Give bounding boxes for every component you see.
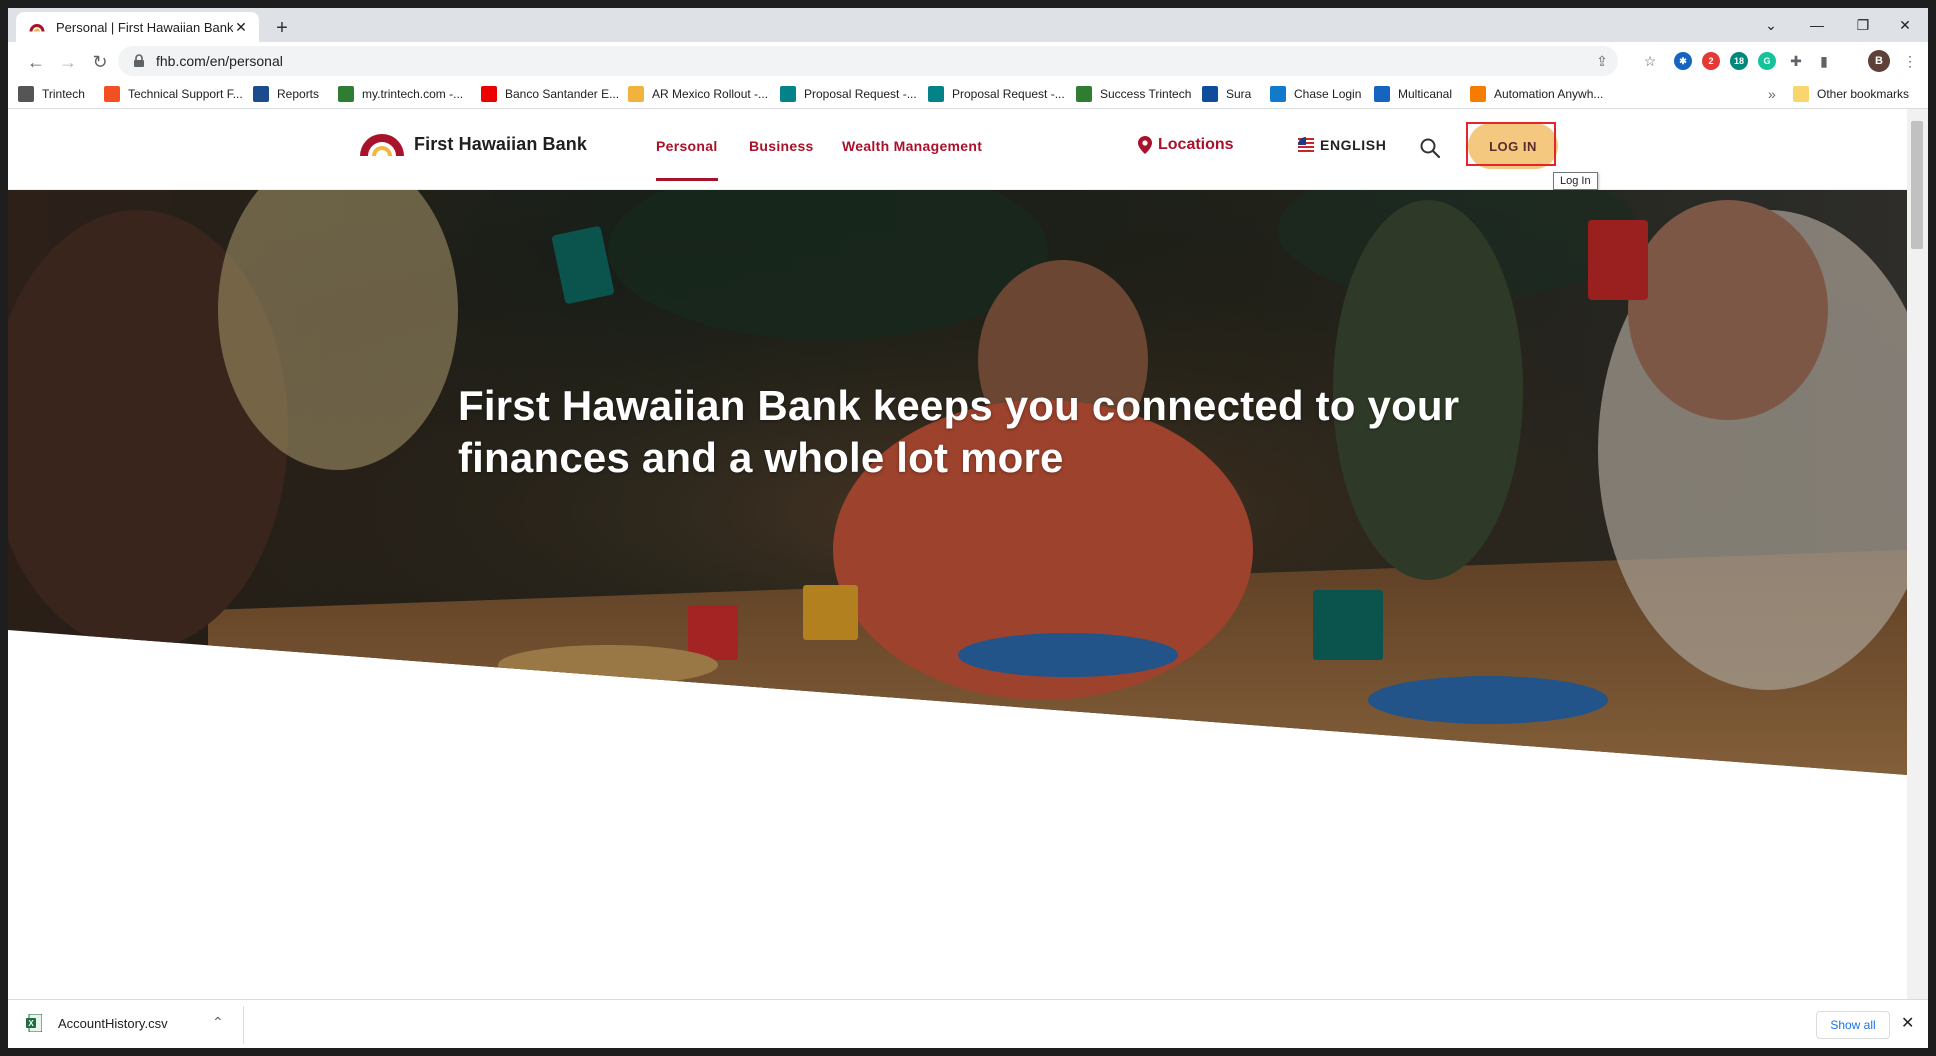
tab-search-icon[interactable]: ⌄ (1748, 8, 1794, 42)
bookmark-item[interactable]: Sura (1202, 85, 1251, 103)
nav-wealth-management[interactable]: Wealth Management (842, 138, 982, 154)
bookmark-star-icon[interactable]: ☆ (1640, 51, 1660, 71)
hero-banner: First Hawaiian Bank keeps you connected … (8, 190, 1907, 775)
bookmark-label: AR Mexico Rollout -... (652, 87, 769, 101)
forms-icon (928, 86, 944, 102)
automation-anywhere-icon (1470, 86, 1486, 102)
bookmarks-bar: Trintech Technical Support F... Reports my.… (8, 80, 1928, 109)
grammarly-icon[interactable]: G (1758, 52, 1776, 70)
nav-business[interactable]: Business (749, 138, 814, 154)
profile-avatar[interactable]: B (1868, 50, 1890, 72)
folder-icon (1793, 86, 1809, 102)
bookmark-label: Success Trintech (1100, 87, 1192, 101)
map-pin-icon (1138, 136, 1152, 154)
bookmark-item[interactable]: Technical Support F... (104, 85, 243, 103)
address-bar[interactable]: fhb.com/en/personal (118, 46, 1618, 76)
fhb-favicon-icon (29, 24, 45, 32)
extensions-puzzle-icon[interactable]: ✚ (1786, 51, 1806, 71)
bookmarks-overflow-icon[interactable]: » (1768, 85, 1776, 103)
bookmark-label: Trintech (42, 87, 85, 101)
bookmark-item[interactable]: Chase Login (1270, 85, 1361, 103)
bookmark-item[interactable]: Trintech (18, 85, 85, 103)
bookmark-label: Automation Anywh... (1494, 87, 1604, 101)
bookmark-label: Multicanal (1398, 87, 1453, 101)
svg-text:X: X (28, 1019, 34, 1028)
page-viewport: First Hawaiian Bank Personal Business We… (8, 109, 1907, 999)
forms-icon (780, 86, 796, 102)
microsoft-icon (104, 86, 120, 102)
close-shelf-icon[interactable]: ✕ (1901, 1013, 1914, 1033)
fhb-logo[interactable]: First Hawaiian Bank (358, 131, 587, 157)
locations-link[interactable]: Locations (1138, 136, 1234, 154)
sura-icon (1202, 86, 1218, 102)
logo-text: First Hawaiian Bank (414, 133, 587, 154)
reports-icon (253, 86, 269, 102)
login-focus-outline (1466, 122, 1556, 166)
bookmark-item[interactable]: Reports (253, 85, 319, 103)
show-all-button[interactable]: Show all (1816, 1011, 1890, 1039)
side-panel-icon[interactable]: ▮ (1814, 51, 1834, 71)
lock-icon (134, 54, 144, 67)
bookmark-item[interactable]: Banco Santander E... (481, 85, 619, 103)
multicanal-icon (1374, 86, 1390, 102)
extension-badge-icon[interactable]: 2 (1702, 52, 1720, 70)
browser-window: Personal | First Hawaiian Bank ✕ + ⌄ — ❐… (8, 8, 1928, 1048)
window-close-icon[interactable]: ✕ (1882, 8, 1928, 42)
bookmark-label: Chase Login (1294, 87, 1362, 101)
bookmark-item[interactable]: AR Mexico Rollout -... (628, 85, 768, 103)
bookmark-item[interactable]: Multicanal (1374, 85, 1452, 103)
browser-toolbar: ← → ↻ fhb.com/en/personal ⇪ ☆ ✱ 2 18 G ✚… (8, 42, 1928, 80)
download-item[interactable]: X AccountHistory.csv (26, 1014, 168, 1032)
bookmark-label: Banco Santander E... (505, 87, 620, 101)
download-shelf: X AccountHistory.csv ⌃ Show all ✕ (8, 999, 1928, 1048)
scroll-thumb[interactable] (1911, 121, 1923, 249)
fhb-logo-icon (360, 134, 404, 156)
tab-title: Personal | First Hawaiian Bank (56, 19, 233, 35)
shelf-divider (243, 1006, 244, 1044)
bookmark-label: Technical Support F... (128, 87, 243, 101)
trintech-icon (18, 86, 34, 102)
extension-icon[interactable]: ✱ (1674, 52, 1692, 70)
restore-icon[interactable]: ❐ (1840, 8, 1886, 42)
back-icon[interactable]: ← (22, 48, 50, 76)
tab-fhb-personal[interactable]: Personal | First Hawaiian Bank ✕ (16, 12, 259, 42)
share-icon[interactable]: ⇪ (1592, 51, 1612, 71)
menu-kebab-icon[interactable]: ⋮ (1900, 51, 1920, 71)
trintech-icon (338, 86, 354, 102)
forward-icon[interactable]: → (54, 48, 82, 76)
bookmark-item[interactable]: Success Trintech (1076, 85, 1191, 103)
search-icon[interactable] (1418, 136, 1442, 160)
download-filename: AccountHistory.csv (58, 1015, 168, 1031)
new-tab-icon[interactable]: + (270, 16, 294, 40)
bookmark-label: Reports (277, 87, 320, 101)
other-bookmarks[interactable]: Other bookmarks (1793, 85, 1909, 103)
bookmark-label: Proposal Request -... (804, 87, 917, 101)
bookmark-label: Sura (1226, 87, 1252, 101)
bookmark-label: Proposal Request -... (952, 87, 1065, 101)
bookmark-item[interactable]: Proposal Request -... (780, 85, 917, 103)
site-header: First Hawaiian Bank Personal Business We… (8, 109, 1907, 190)
excel-file-icon: X (26, 1014, 42, 1032)
santander-icon (481, 86, 497, 102)
extension-badge-icon[interactable]: 18 (1730, 52, 1748, 70)
nav-personal[interactable]: Personal (656, 138, 718, 181)
login-tooltip: Log In (1553, 172, 1598, 190)
page-scrollbar[interactable] (1907, 109, 1928, 999)
us-flag-icon (1298, 137, 1314, 153)
bookmark-item[interactable]: my.trintech.com -... (338, 85, 463, 103)
chevron-up-icon[interactable]: ⌃ (212, 1014, 224, 1031)
bookmark-item[interactable]: Automation Anywh... (1470, 85, 1603, 103)
tab-close-icon[interactable]: ✕ (233, 19, 249, 35)
trintech-icon (1076, 86, 1092, 102)
url-text: fhb.com/en/personal (156, 53, 283, 69)
folder-app-icon (628, 86, 644, 102)
bookmark-label: my.trintech.com -... (362, 87, 464, 101)
hero-title: First Hawaiian Bank keeps you connected … (458, 382, 1460, 481)
language-selector[interactable]: ENGLISH (1298, 137, 1386, 153)
minimize-icon[interactable]: — (1794, 8, 1840, 42)
chase-icon (1270, 86, 1286, 102)
bookmark-item[interactable]: Proposal Request -... (928, 85, 1065, 103)
tab-strip: Personal | First Hawaiian Bank ✕ + ⌄ — ❐… (8, 8, 1928, 42)
reload-icon[interactable]: ↻ (86, 48, 114, 76)
